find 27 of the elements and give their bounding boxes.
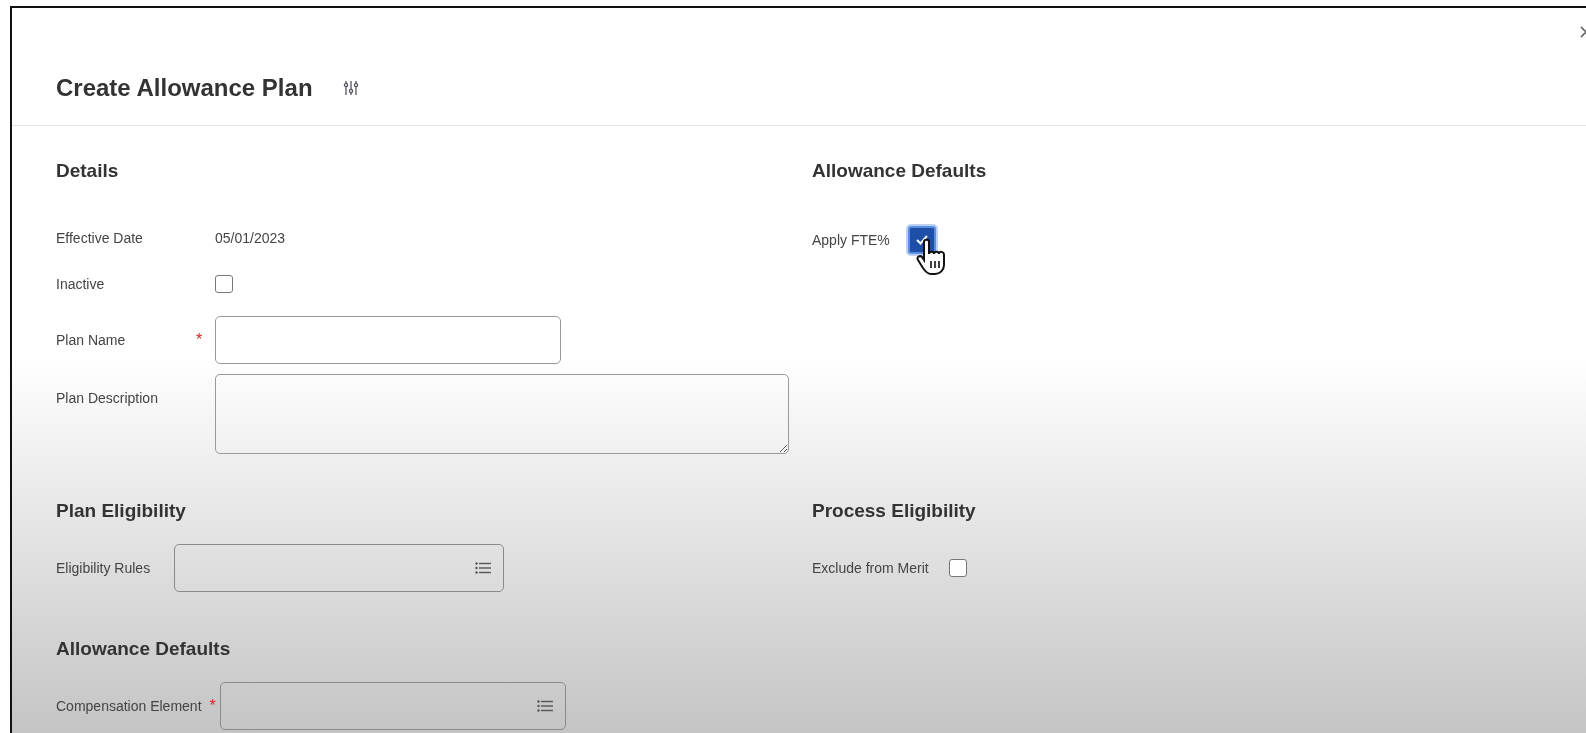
checkbox[interactable] xyxy=(948,559,967,577)
section-heading: Allowance Defaults xyxy=(56,638,232,660)
list-icon xyxy=(475,562,492,574)
text-area[interactable] xyxy=(215,374,789,454)
checkbox[interactable] xyxy=(215,275,233,293)
field-label: Effective Date xyxy=(56,230,144,246)
required-asterisk: * xyxy=(209,697,216,715)
page-title: Create Allowance Plan xyxy=(56,73,313,102)
sliders-icon[interactable] xyxy=(342,79,359,96)
field-label: Plan Description xyxy=(56,390,159,406)
field-label: Apply FTE% xyxy=(812,232,890,248)
required-asterisk: * xyxy=(196,331,204,349)
prompt-field[interactable] xyxy=(219,682,566,730)
list-icon xyxy=(536,700,553,712)
field-label: Compensation Element xyxy=(56,698,202,714)
section-heading: Plan Eligibility xyxy=(56,500,187,522)
input-field[interactable] xyxy=(215,316,561,364)
prompt-field[interactable] xyxy=(174,544,505,592)
section-heading: Process Eligibility xyxy=(812,500,977,522)
section-heading: Allowance Defaults xyxy=(812,160,988,182)
field-label: Plan Name xyxy=(56,332,127,348)
checkmark-icon xyxy=(915,235,928,245)
field-label: Inactive xyxy=(56,276,106,292)
field-label: Exclude from Merit xyxy=(812,560,929,576)
section-heading: Details xyxy=(56,160,120,182)
field-label: Eligibility Rules xyxy=(56,560,151,576)
field-value: 05/01/2023 xyxy=(215,230,286,246)
